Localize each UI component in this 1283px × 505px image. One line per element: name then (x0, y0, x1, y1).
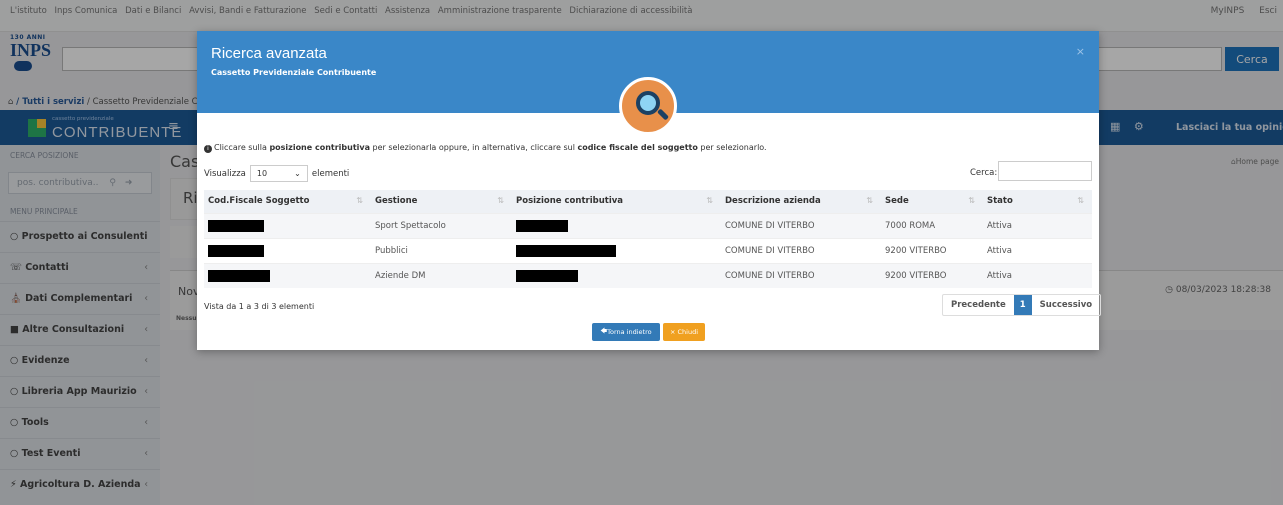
table-search-input[interactable] (998, 161, 1092, 181)
page-1-button[interactable]: 1 (1013, 295, 1032, 315)
cell-stato: Attiva (983, 212, 1092, 238)
redacted-posizione[interactable] (516, 244, 616, 257)
cell-gestione: Aziende DM (371, 262, 512, 288)
modal-title: Ricerca avanzata (211, 45, 327, 62)
cell-descrizione: COMUNE DI VITERBO (721, 212, 881, 238)
cell-gestione: Pubblici (371, 237, 512, 263)
page-size-control: Visualizza 10 ⌄ elementi (204, 165, 349, 182)
table-row: Pubblici COMUNE DI VITERBO 9200 VITERBO … (204, 237, 1092, 263)
modal-subtitle: Cassetto Previdenziale Contribuente (211, 68, 377, 77)
chevron-down-icon: ⌄ (294, 169, 301, 178)
col-descrizione[interactable]: Descrizione azienda ⇅ (721, 190, 881, 213)
page-size-select[interactable]: 10 ⌄ (249, 165, 308, 182)
redacted-posizione[interactable] (516, 219, 568, 232)
sort-icon: ⇅ (1077, 196, 1084, 205)
table-info: Vista da 1 a 3 di 3 elementi (204, 302, 315, 311)
pagination: Precedente 1 Successivo (942, 294, 1102, 316)
cell-sede: 9200 VITERBO (881, 262, 983, 288)
cell-sede: 9200 VITERBO (881, 237, 983, 263)
sort-icon: ⇅ (866, 196, 873, 205)
sort-asc-icon: ⇅ (356, 196, 363, 205)
col-posizione[interactable]: Posizione contributiva ⇅ (512, 190, 721, 213)
cell-stato: Attiva (983, 262, 1092, 288)
cell-sede: 7000 ROMA (881, 212, 983, 238)
col-gestione[interactable]: Gestione ⇅ (371, 190, 512, 213)
sort-icon: ⇅ (706, 196, 713, 205)
col-sede[interactable]: Sede ⇅ (881, 190, 983, 213)
next-page-button[interactable]: Successivo (1032, 295, 1100, 315)
close-small-icon: × (669, 328, 678, 336)
search-circle-icon (619, 77, 677, 135)
redacted-codfiscale[interactable] (208, 244, 264, 257)
back-button[interactable]: 🡄 Torna indietro (592, 323, 660, 341)
redacted-codfiscale[interactable] (208, 219, 264, 232)
redacted-posizione[interactable] (516, 269, 578, 282)
visualizza-label: Visualizza (204, 168, 246, 179)
table-row: Sport Spettacolo COMUNE DI VITERBO 7000 … (204, 212, 1092, 238)
cell-descrizione: COMUNE DI VITERBO (721, 237, 881, 263)
cerca-label: Cerca: (970, 168, 998, 178)
advanced-search-modal: Ricerca avanzata Cassetto Previdenziale … (197, 31, 1102, 350)
sort-icon: ⇅ (497, 196, 504, 205)
prev-page-button[interactable]: Precedente (943, 295, 1014, 315)
col-codfiscale[interactable]: Cod.Fiscale Soggetto ⇅ (204, 190, 371, 213)
col-stato[interactable]: Stato ⇅ (983, 190, 1092, 213)
cell-stato: Attiva (983, 237, 1092, 263)
cell-descrizione: COMUNE DI VITERBO (721, 262, 881, 288)
sort-icon: ⇅ (968, 196, 975, 205)
close-icon[interactable]: × (1076, 45, 1085, 58)
close-button[interactable]: × Chiudi (663, 323, 705, 341)
cell-gestione: Sport Spettacolo (371, 212, 512, 238)
magnifier-handle (656, 108, 670, 121)
redacted-codfiscale[interactable] (208, 269, 270, 282)
results-table: Cod.Fiscale Soggetto ⇅ Gestione ⇅ Posizion… (204, 190, 1092, 288)
info-text: i Cliccare sulla posizione contributiva p… (204, 143, 767, 153)
table-row: Aziende DM COMUNE DI VITERBO 9200 VITERB… (204, 262, 1092, 288)
elementi-label: elementi (311, 168, 350, 179)
info-icon: i (204, 145, 212, 153)
